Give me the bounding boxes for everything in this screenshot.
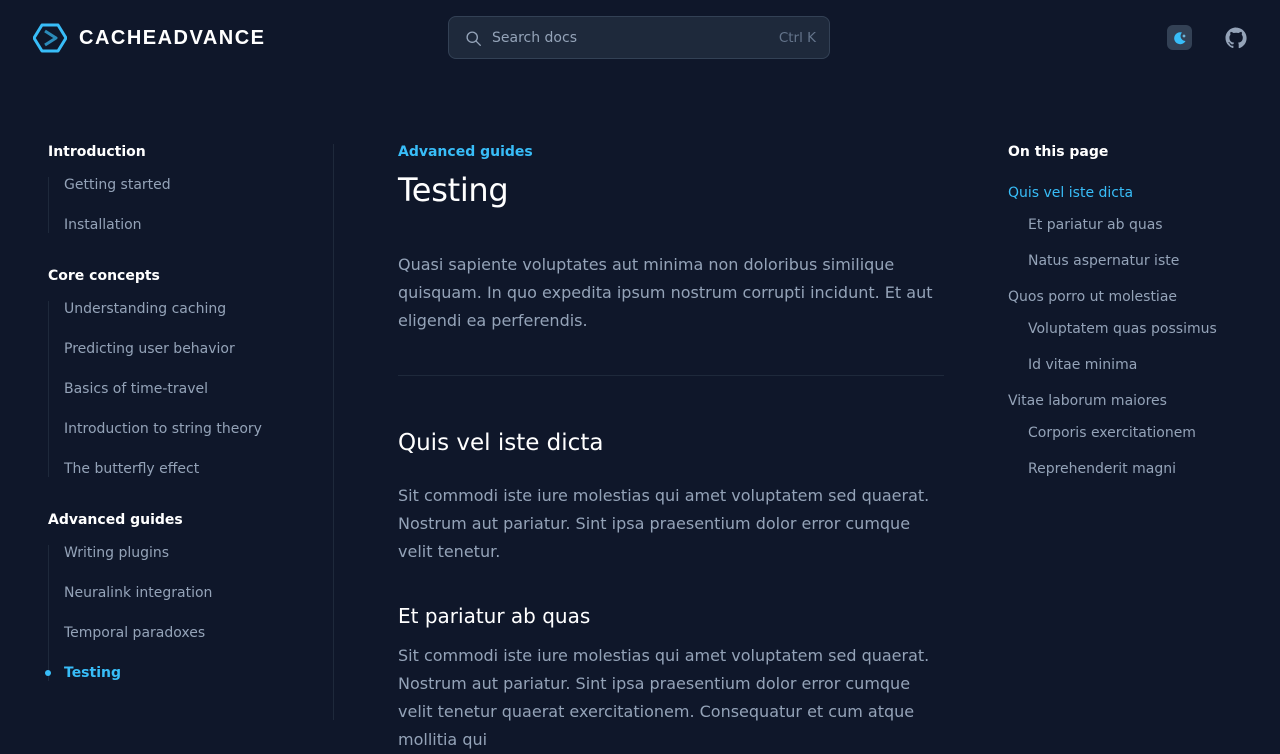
sidebar-item-predicting-user-behavior[interactable]: Predicting user behavior: [49, 341, 328, 357]
search-placeholder: Search docs: [492, 30, 577, 46]
sidebar-item-neuralink-integration[interactable]: Neuralink integration: [49, 585, 328, 601]
toc-item[interactable]: Voluptatem quas possimus: [1008, 321, 1268, 337]
lead-paragraph: Quasi sapiente voluptates aut minima non…: [398, 255, 933, 330]
subsection-heading: Et pariatur ab quas: [398, 604, 591, 628]
toc-title: On this page: [1008, 144, 1109, 160]
nav-group-title: Core concepts: [48, 268, 160, 284]
sidebar-nav: Introduction Getting started Installatio…: [44, 144, 328, 716]
theme-toggle-button[interactable]: [1167, 25, 1192, 50]
github-icon[interactable]: [1224, 26, 1248, 50]
sidebar-item-getting-started[interactable]: Getting started: [49, 177, 328, 193]
logo-link[interactable]: CACHEADVANCE: [33, 22, 266, 54]
nav-list: Understanding caching Predicting user be…: [48, 301, 328, 477]
brand-name: CACHEADVANCE: [79, 26, 266, 49]
toc-item[interactable]: Et pariatur ab quas: [1008, 217, 1268, 233]
moon-icon: [1173, 31, 1186, 44]
nav-group-title: Introduction: [48, 144, 146, 160]
sidebar-item-string-theory[interactable]: Introduction to string theory: [49, 421, 328, 437]
sidebar-divider: [333, 144, 334, 720]
sidebar-item-installation[interactable]: Installation: [49, 217, 328, 233]
nav-list: Getting started Installation: [48, 177, 328, 233]
nav-group-advanced-guides: Advanced guides Writing plugins Neuralin…: [44, 512, 328, 681]
section-eyebrow: Advanced guides: [398, 144, 533, 160]
toc-item[interactable]: Corporis exercitationem: [1008, 425, 1268, 441]
toc-item[interactable]: Natus aspernatur iste: [1008, 253, 1268, 269]
page-title: Testing: [398, 171, 509, 209]
top-header: CACHEADVANCE Search docs Ctrl K: [0, 0, 1280, 76]
toc-item[interactable]: Id vitae minima: [1008, 357, 1268, 373]
search-shortcut: Ctrl K: [778, 30, 816, 46]
toc-item[interactable]: Quis vel iste dicta: [1008, 185, 1268, 201]
search-input[interactable]: Search docs Ctrl K: [448, 16, 830, 59]
article: Advanced guides Testing Quasi sapiente v…: [398, 140, 944, 754]
sidebar-item-testing[interactable]: Testing: [44, 665, 328, 681]
sidebar-item-understanding-caching[interactable]: Understanding caching: [49, 301, 328, 317]
nav-group-title: Advanced guides: [48, 512, 183, 528]
sidebar-item-basics-of-time-travel[interactable]: Basics of time-travel: [49, 381, 328, 397]
toc-item[interactable]: Quos porro ut molestiae: [1008, 289, 1268, 305]
sidebar-item-butterfly-effect[interactable]: The butterfly effect: [49, 461, 328, 477]
hexagon-logo-icon: [33, 23, 67, 53]
search-icon: [466, 31, 481, 46]
sidebar-item-writing-plugins[interactable]: Writing plugins: [49, 545, 328, 561]
toc-item[interactable]: Vitae laborum maiores: [1008, 393, 1268, 409]
content-divider: [398, 375, 944, 376]
subsection-paragraph: Sit commodi iste iure molestias qui amet…: [398, 646, 930, 749]
nav-group-introduction: Introduction Getting started Installatio…: [48, 144, 328, 233]
section-heading: Quis vel iste dicta: [398, 430, 604, 456]
section-paragraph: Sit commodi iste iure molestias qui amet…: [398, 486, 930, 561]
nav-group-core-concepts: Core concepts Understanding caching Pred…: [48, 268, 328, 477]
toc-item[interactable]: Reprehenderit magni: [1008, 461, 1268, 477]
sidebar-item-temporal-paradoxes[interactable]: Temporal paradoxes: [49, 625, 328, 641]
table-of-contents: On this page Quis vel iste dicta Et pari…: [1008, 144, 1268, 497]
nav-list: Writing plugins Neuralink integration Te…: [44, 545, 328, 681]
